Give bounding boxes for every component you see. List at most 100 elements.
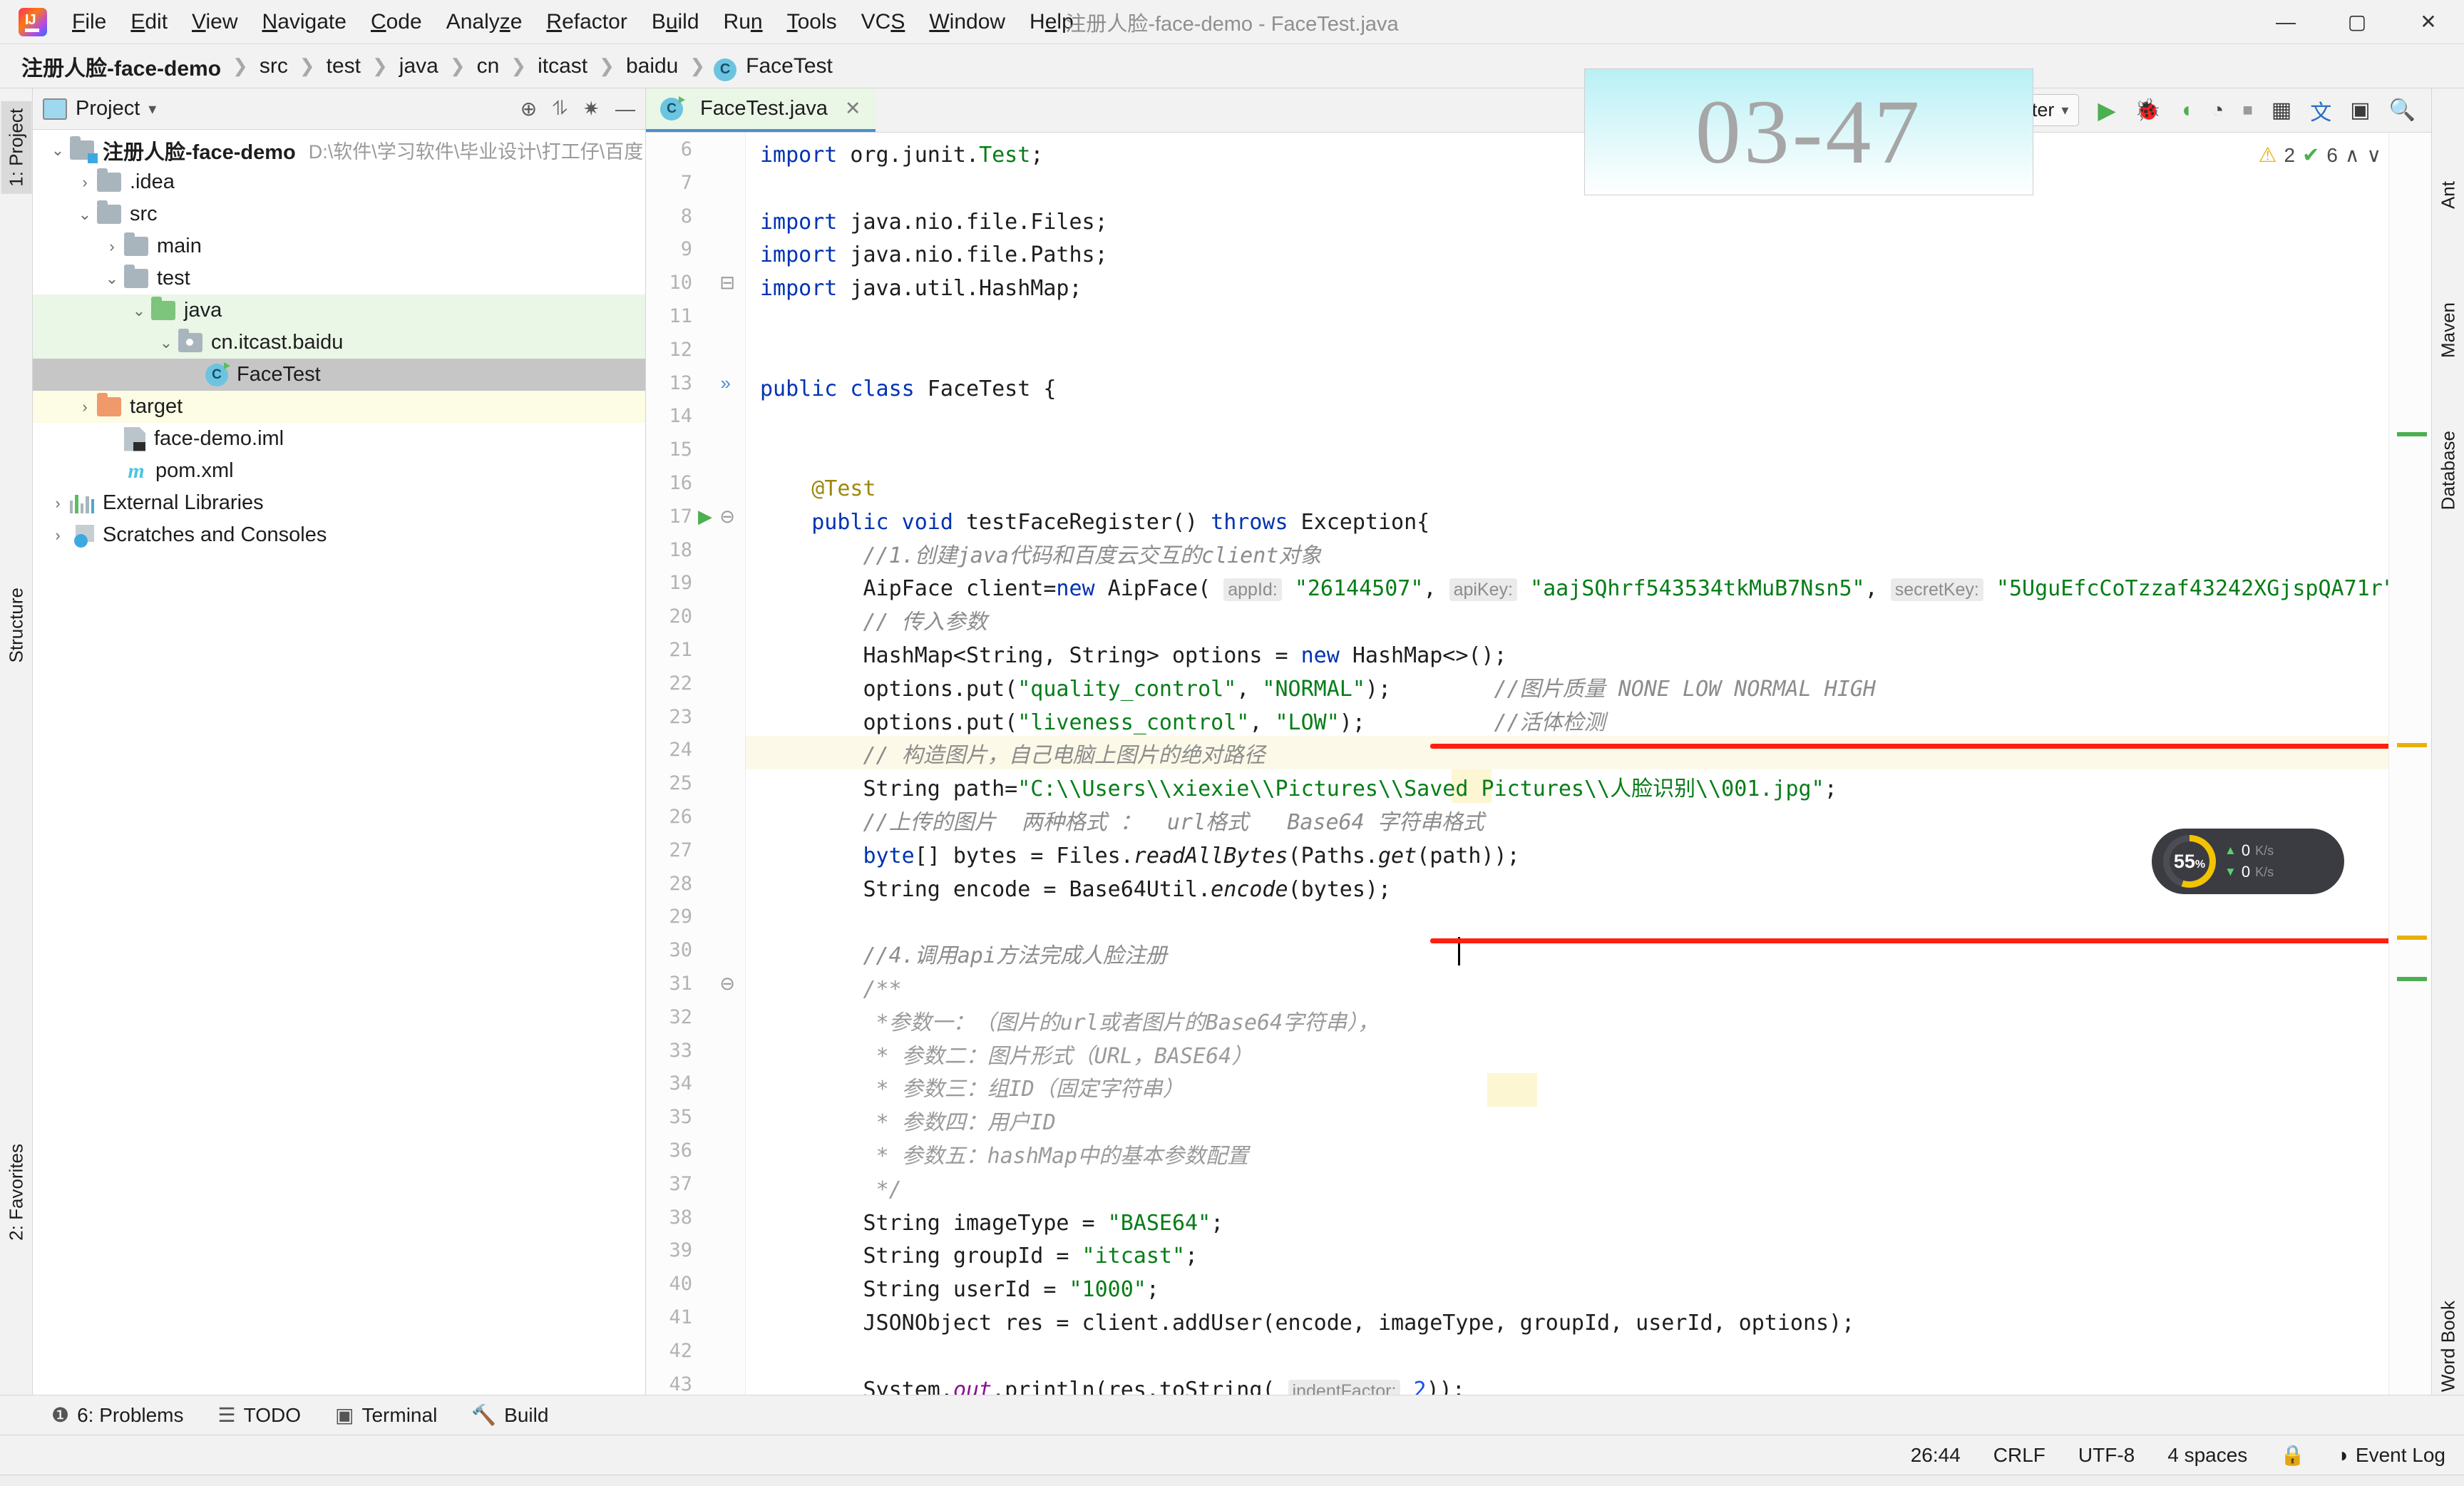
code-line-35[interactable]: * 参数四：用户ID xyxy=(760,1106,1056,1139)
bottom-tool-build[interactable]: 🔨 Build xyxy=(471,1403,548,1427)
tree-node-test[interactable]: ⌄ test xyxy=(33,262,645,294)
code-line-40[interactable]: String userId = "1000"; xyxy=(760,1273,1159,1306)
code-line-30[interactable]: //4.调用api方法完成人脸注册 xyxy=(760,939,1167,973)
caret-position[interactable]: 26:44 xyxy=(1911,1444,1961,1467)
bottom-tool-window-bar[interactable]: ❶ 6: Problems ☰ TODO ▣ Terminal 🔨 Build xyxy=(0,1395,2464,1435)
line-separator[interactable]: CRLF xyxy=(1993,1444,2045,1467)
code-line-26[interactable]: //上传的图片 两种格式 ： url格式 Base64 字符串格式 xyxy=(760,806,1484,839)
expand-arrow-icon[interactable]: ⌄ xyxy=(46,141,70,160)
breadcrumb-item-6[interactable]: baidu xyxy=(623,53,681,80)
breadcrumb-item-5[interactable]: itcast xyxy=(535,53,590,80)
code-line-28[interactable]: String encode = Base64Util.encode(bytes)… xyxy=(760,873,1391,906)
code-line-32[interactable]: *参数一：（图片的url或者图片的Base64字符串）， xyxy=(760,1006,1380,1040)
code-line-19[interactable]: AipFace client=new AipFace( appId: "2614… xyxy=(760,572,2421,607)
close-icon[interactable]: ✕ xyxy=(845,98,861,120)
fold-region-icon[interactable]: ⊖ xyxy=(719,506,735,528)
file-encoding[interactable]: UTF-8 xyxy=(2078,1444,2135,1467)
chevron-down-icon[interactable]: ▾ xyxy=(148,100,156,118)
taskbar-item[interactable] xyxy=(592,1475,684,1486)
taskbar-item[interactable] xyxy=(499,1475,592,1486)
tree-node-java[interactable]: ⌄ java xyxy=(33,294,645,327)
tree-node-external-libraries[interactable]: › External Libraries xyxy=(33,487,645,519)
menu-item-edit[interactable]: Edit xyxy=(118,6,180,38)
code-line-41[interactable]: JSONObject res = client.addUser(encode, … xyxy=(760,1306,1854,1340)
code-line-36[interactable]: * 参数五：hashMap中的基本参数配置 xyxy=(760,1139,1249,1173)
code-line-43[interactable]: System.out.println(res.toString( indentF… xyxy=(760,1373,1465,1395)
code-line-37[interactable]: */ xyxy=(760,1173,902,1206)
prev-problem-icon[interactable]: ∧ xyxy=(2345,143,2360,167)
menu-item-refactor[interactable]: Refactor xyxy=(534,6,639,38)
expand-arrow-icon[interactable]: ⌄ xyxy=(154,334,178,352)
menu-item-code[interactable]: Code xyxy=(359,6,434,38)
terminal-icon[interactable]: ▣ xyxy=(2350,98,2370,123)
sidebar-item-database[interactable]: Database xyxy=(2437,431,2459,510)
breadcrumb-item-2[interactable]: test xyxy=(324,53,364,80)
expand-arrow-icon[interactable]: › xyxy=(46,494,70,513)
fold-region-icon[interactable]: ⊖ xyxy=(719,973,735,995)
settings-gear-icon[interactable]: ✷ xyxy=(583,97,600,121)
code-line-17[interactable]: public void testFaceRegister() throws Ex… xyxy=(760,506,1429,539)
editor-gutter[interactable]: 6 7 8 9 10 11 12 13 14 15 16 17 18 19 20 21 22 23 24 25 26 27… xyxy=(646,133,746,1395)
event-log-button[interactable]: ◗ Event Log xyxy=(2338,1444,2445,1467)
sidebar-item-ant[interactable]: Ant xyxy=(2437,181,2459,209)
code-editor[interactable]: 6 7 8 9 10 11 12 13 14 15 16 17 18 19 20 21 22 23 24 25 26 27… xyxy=(646,133,2431,1395)
menu-item-view[interactable]: View xyxy=(180,6,250,38)
code-line-23[interactable]: options.put("liveness_control", "LOW"); … xyxy=(760,706,1605,739)
locate-icon[interactable]: ⊕ xyxy=(520,97,537,121)
collapse-all-icon[interactable]: ⥮ xyxy=(553,97,567,121)
inspection-mark[interactable] xyxy=(2397,936,2427,940)
inspection-mark[interactable] xyxy=(2397,977,2427,981)
inspection-mark[interactable] xyxy=(2397,743,2427,747)
tree-node-pom-xml[interactable]: m pom.xml xyxy=(33,455,645,487)
inspection-summary[interactable]: ⚠ 2 ✔ 6 ∧ ∨ xyxy=(2259,143,2381,168)
menu-item-file[interactable]: File xyxy=(60,6,118,38)
close-button[interactable]: ✕ xyxy=(2393,0,2464,44)
code-line-39[interactable]: String groupId = "itcast"; xyxy=(760,1239,1198,1273)
search-icon[interactable]: 🔍 xyxy=(2389,98,2416,123)
sidebar-item-structure[interactable]: Structure xyxy=(5,588,27,663)
code-line-33[interactable]: * 参数二：图片形式（URL，BASE64） xyxy=(760,1040,1253,1073)
code-line-13[interactable]: public class FaceTest { xyxy=(760,372,1056,406)
code-line-8[interactable]: import java.nio.file.Files; xyxy=(760,205,1108,239)
expand-arrow-icon[interactable]: ⌄ xyxy=(127,302,151,320)
tree-node--idea[interactable]: › .idea xyxy=(33,166,645,198)
expand-arrow-icon[interactable]: › xyxy=(46,526,70,545)
bottom-tool--problems[interactable]: ❶ 6: Problems xyxy=(51,1403,184,1427)
tree-node--face-demo[interactable]: ⌄ 注册人脸-face-demo D:\软件\学习软件\毕业设计\打工仔\百度 xyxy=(33,134,645,166)
tree-node-scratches-and-consoles[interactable]: › Scratches and Consoles xyxy=(33,519,645,551)
code-line-31[interactable]: /** xyxy=(760,973,902,1006)
inspection-mark[interactable] xyxy=(2397,432,2427,436)
tree-node-main[interactable]: › main xyxy=(33,230,645,262)
tree-node-src[interactable]: ⌄ src xyxy=(33,198,645,230)
lock-icon[interactable]: 🔒 xyxy=(2280,1443,2305,1467)
breadcrumb[interactable]: 注册人脸-face-demo ❯ src ❯ test ❯ java ❯ cn ❯ itcast ❯ b… xyxy=(0,44,2464,88)
chevron-down-icon[interactable]: ▾ xyxy=(2061,101,2068,119)
run-test-gutter-icon[interactable]: ▶ xyxy=(698,506,712,528)
profile-icon[interactable]: ◔ xyxy=(2211,98,2224,123)
menu-item-tools[interactable]: Tools xyxy=(775,6,849,38)
code-line-22[interactable]: options.put("quality_control", "NORMAL")… xyxy=(760,672,1875,706)
expand-arrow-icon[interactable]: › xyxy=(73,398,97,416)
menu-item-window[interactable]: Window xyxy=(917,6,1017,38)
code-line-24[interactable]: // 构造图片，自己电脑上图片的绝对路径 xyxy=(760,739,1266,772)
maximize-button[interactable]: ▢ xyxy=(2321,0,2393,44)
tree-node-facetest[interactable]: C FaceTest xyxy=(33,359,645,391)
breadcrumb-item-4[interactable]: cn xyxy=(474,53,503,80)
tree-node-face-demo-iml[interactable]: face-demo.iml xyxy=(33,423,645,455)
indent-setting[interactable]: 4 spaces xyxy=(2167,1444,2247,1467)
translate-icon[interactable]: 文 xyxy=(2310,95,2331,126)
network-speed-widget[interactable]: 55% ▲ 0 K/s ▼ 0 K/s xyxy=(2152,829,2344,894)
breadcrumb-item-1[interactable]: src xyxy=(257,53,291,80)
breadcrumb-item-7[interactable]: FaceTest xyxy=(743,53,836,80)
inspection-gutter[interactable] xyxy=(2388,133,2431,1395)
code-line-9[interactable]: import java.nio.file.Paths; xyxy=(760,238,1108,272)
code-line-38[interactable]: String imageType = "BASE64"; xyxy=(760,1206,1223,1240)
window-controls[interactable]: — ▢ ✕ xyxy=(2250,0,2464,43)
project-tree[interactable]: ⌄ 注册人脸-face-demo D:\软件\学习软件\毕业设计\打工仔\百度 › .i… xyxy=(33,130,645,1395)
next-problem-icon[interactable]: ∨ xyxy=(2367,143,2382,167)
main-menu[interactable]: File Edit View Navigate Code Analyze Refactor B… xyxy=(60,6,1086,38)
breadcrumb-item-0[interactable]: 注册人脸-face-demo xyxy=(19,49,224,83)
expand-arrow-icon[interactable]: ⌄ xyxy=(73,205,97,224)
os-taskbar[interactable] xyxy=(0,1475,2464,1486)
left-tool-rail[interactable]: 1: Project Structure 2: Favorites xyxy=(0,88,33,1395)
